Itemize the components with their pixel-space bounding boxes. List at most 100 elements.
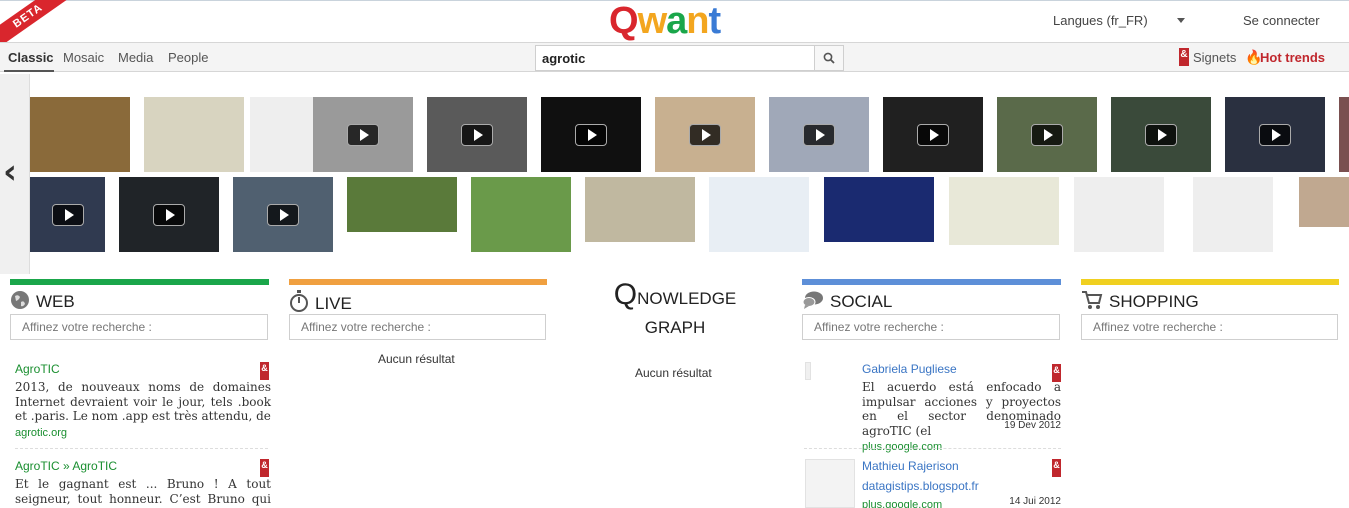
bookmark-icon[interactable]: & <box>1179 48 1189 66</box>
play-icon <box>803 123 835 146</box>
bookmark-icon[interactable]: & <box>260 459 269 477</box>
video-thumbnail[interactable] <box>1225 97 1325 172</box>
image-thumbnail[interactable] <box>144 97 244 172</box>
media-strip: ‹ <box>0 72 1349 276</box>
social-result-date: 19 Dev 2012 <box>1004 420 1061 431</box>
web-result-title[interactable]: AgroTIC » AgroTIC <box>15 459 271 473</box>
shopping-title: SHOPPING <box>1109 292 1199 311</box>
web-result-url[interactable]: agrotic.org <box>15 427 271 439</box>
chevron-left-icon: ‹ <box>3 152 18 192</box>
social-title: SOCIAL <box>830 292 893 311</box>
knowledge-graph-heading: QNOWLEDGE GRAPH <box>608 278 742 338</box>
social-result-link[interactable]: datagistips.blogspot.fr <box>862 479 1061 493</box>
live-color-bar <box>289 279 547 285</box>
video-thumbnail[interactable] <box>30 177 105 252</box>
video-thumbnail[interactable] <box>769 97 869 172</box>
play-icon <box>1259 123 1291 146</box>
image-thumbnail[interactable] <box>709 177 809 252</box>
avatar <box>805 362 811 380</box>
tab-people[interactable]: People <box>168 50 208 65</box>
web-title: WEB <box>36 292 75 311</box>
social-heading: SOCIAL <box>802 290 892 315</box>
video-thumbnail[interactable] <box>1111 97 1211 172</box>
shopping-heading: SHOPPING <box>1081 290 1199 315</box>
image-thumbnail[interactable] <box>1074 177 1164 252</box>
social-column: SOCIAL Affinez votre recherche : Gabriel… <box>802 279 1061 508</box>
knowledge-title-rest: NOWLEDGE <box>637 289 737 308</box>
play-icon <box>461 123 493 146</box>
web-result: AgroTIC » AgroTIC Et le gagnant est ... … <box>15 459 271 508</box>
qwant-logo[interactable]: Qwant <box>609 0 721 43</box>
signets-link[interactable]: Signets <box>1193 50 1236 65</box>
social-result: Gabriela Pugliese El acuerdo está enfoca… <box>862 362 1061 453</box>
search-input[interactable]: agrotic <box>535 45 815 71</box>
image-thumbnail[interactable] <box>30 97 130 172</box>
knowledge-no-result: Aucun résultat <box>635 366 712 380</box>
logo-letter: t <box>708 0 721 42</box>
video-thumbnail[interactable] <box>233 177 333 252</box>
social-refine-input[interactable]: Affinez votre recherche : <box>802 314 1060 340</box>
live-refine-input[interactable]: Affinez votre recherche : <box>289 314 546 340</box>
shopping-color-bar <box>1081 279 1339 285</box>
play-icon <box>1145 123 1177 146</box>
cart-icon <box>1081 290 1103 315</box>
search-icon <box>823 52 835 64</box>
tab-mosaic[interactable]: Mosaic <box>63 50 104 65</box>
avatar <box>805 459 855 508</box>
video-thumbnail[interactable] <box>883 97 983 172</box>
play-icon <box>917 123 949 146</box>
video-thumbnail[interactable] <box>655 97 755 172</box>
social-result-author[interactable]: Gabriela Pugliese <box>862 362 1061 376</box>
web-result-snippet: Et le gagnant est ... Bruno ! A tout sei… <box>15 477 271 508</box>
strip-previous-button[interactable]: ‹ <box>0 74 30 274</box>
play-icon <box>689 123 721 146</box>
social-result-author[interactable]: Mathieu Rajerison <box>862 459 1061 473</box>
video-thumbnail[interactable] <box>313 97 413 172</box>
logo-letter: n <box>686 0 709 42</box>
social-result-date: 14 Jui 2012 <box>1009 496 1061 507</box>
video-thumbnail[interactable] <box>427 97 527 172</box>
shopping-column: SHOPPING Affinez votre recherche : <box>1081 279 1339 340</box>
shopping-refine-input[interactable]: Affinez votre recherche : <box>1081 314 1338 340</box>
image-thumbnail[interactable] <box>347 177 457 232</box>
image-thumbnail[interactable] <box>1339 97 1349 172</box>
web-color-bar <box>10 279 269 285</box>
live-title: LIVE <box>315 294 352 313</box>
image-thumbnail[interactable] <box>1299 177 1349 227</box>
language-selector[interactable]: Langues (fr_FR) <box>1053 13 1148 28</box>
logo-letter: w <box>637 0 668 42</box>
play-icon <box>1031 123 1063 146</box>
tab-media[interactable]: Media <box>118 50 153 65</box>
social-result-url[interactable]: plus.google.com <box>862 441 1061 453</box>
image-thumbnail[interactable] <box>471 177 571 252</box>
globe-icon <box>10 290 30 315</box>
live-column: LIVE Affinez votre recherche : Aucun rés… <box>289 279 547 366</box>
video-thumbnail[interactable] <box>119 177 219 252</box>
video-thumbnail[interactable] <box>997 97 1097 172</box>
image-thumbnail[interactable] <box>1193 177 1273 252</box>
image-thumbnail[interactable] <box>585 177 695 242</box>
nav-bar: Classic Mosaic Media People agrotic & Si… <box>0 42 1349 72</box>
play-icon <box>267 203 299 226</box>
image-thumbnail[interactable] <box>824 177 934 242</box>
web-refine-input[interactable]: Affinez votre recherche : <box>10 314 268 340</box>
login-link[interactable]: Se connecter <box>1243 13 1320 28</box>
result-divider <box>15 448 268 449</box>
web-result: AgroTIC 2013, de nouveaux noms de domain… <box>15 362 271 439</box>
knowledge-title-line2: GRAPH <box>644 318 706 337</box>
bookmark-icon[interactable]: & <box>1052 364 1061 382</box>
live-heading: LIVE <box>289 290 352 317</box>
chevron-down-icon[interactable] <box>1177 18 1185 23</box>
bookmark-icon[interactable]: & <box>260 362 269 380</box>
speech-bubble-icon <box>802 290 824 315</box>
live-no-result: Aucun résultat <box>378 352 455 366</box>
web-result-title[interactable]: AgroTIC <box>15 362 271 376</box>
video-thumbnail[interactable] <box>541 97 641 172</box>
tab-classic[interactable]: Classic <box>8 50 54 65</box>
search-button[interactable] <box>814 45 844 71</box>
hot-trends-link[interactable]: Hot trends <box>1260 50 1325 65</box>
logo-letter: a <box>666 0 687 42</box>
web-heading: WEB <box>10 290 75 315</box>
bookmark-icon[interactable]: & <box>1052 459 1061 477</box>
image-thumbnail[interactable] <box>949 177 1059 245</box>
